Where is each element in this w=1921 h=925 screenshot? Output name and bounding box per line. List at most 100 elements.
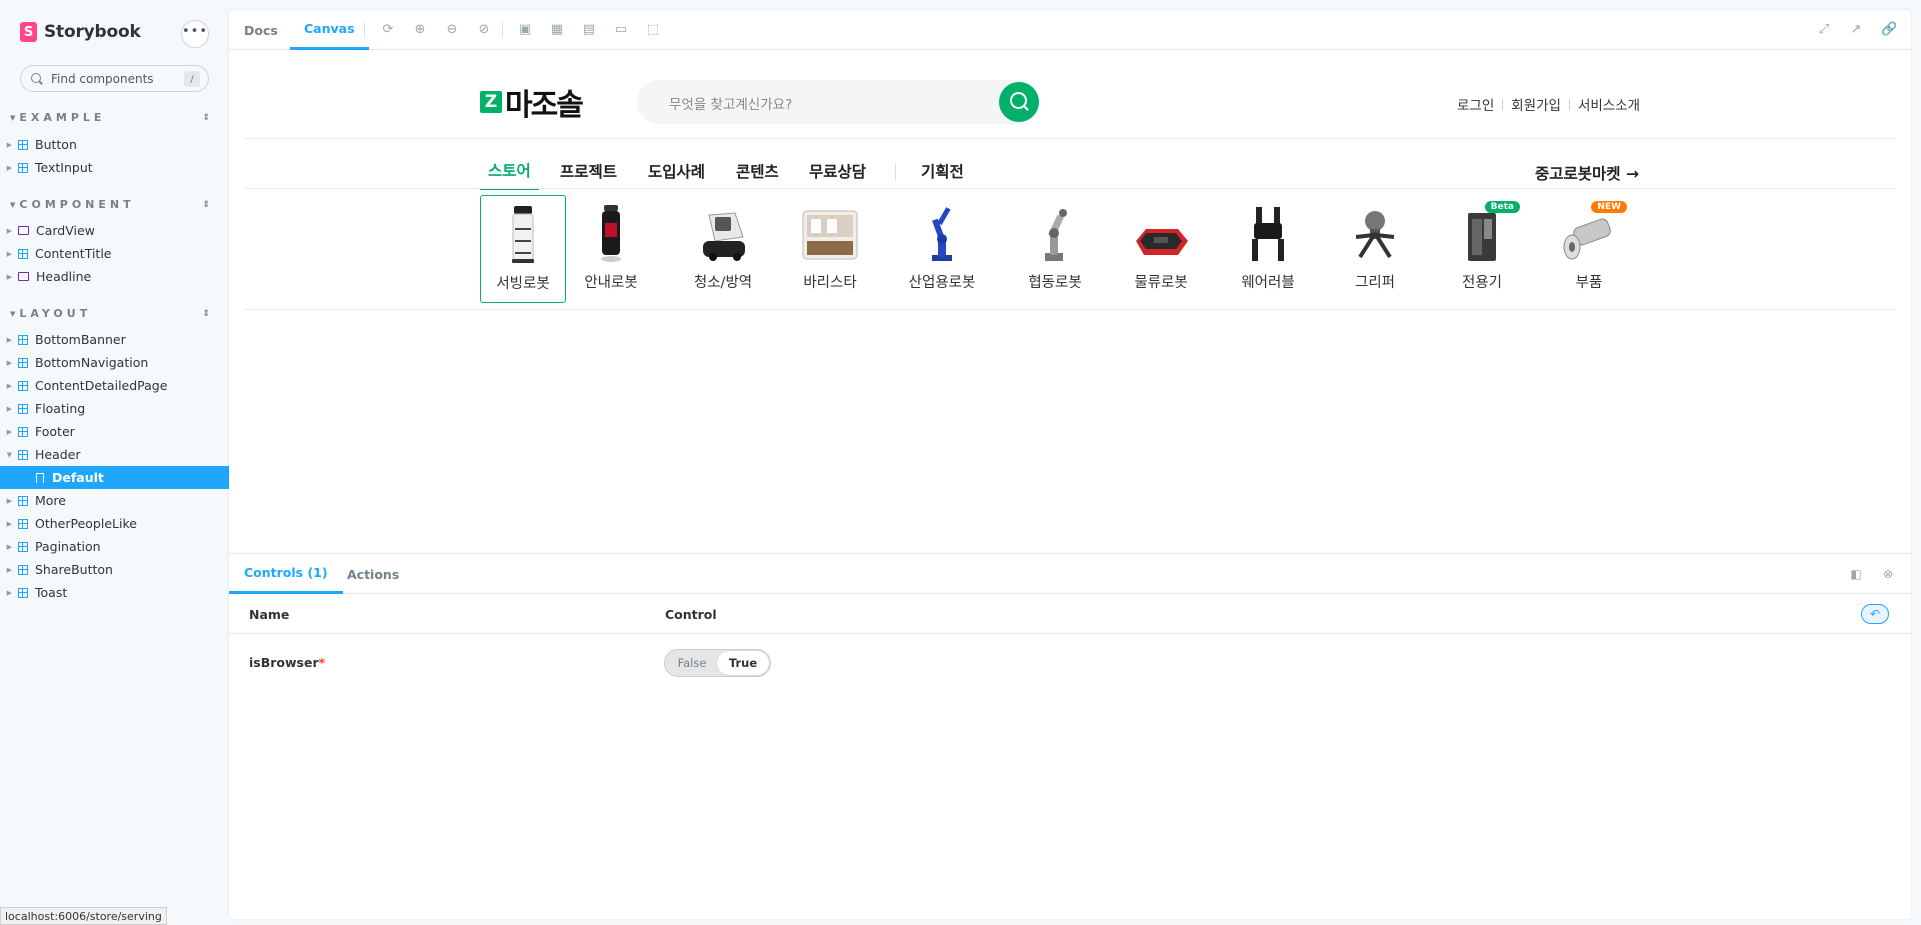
zoom-out-icon[interactable]: ⊖ — [445, 23, 459, 37]
sidebar-item-footer[interactable]: ▶ Footer — [0, 420, 229, 443]
sidebar-item-label: BottomBanner — [35, 332, 126, 347]
category-serving-robot[interactable]: 서빙로봇 — [480, 195, 566, 303]
nav-free-consult[interactable]: 무료상담 — [809, 152, 866, 190]
component-icon — [18, 495, 28, 506]
expand-collapse-icon[interactable]: ⇕ — [202, 309, 210, 319]
expand-collapse-icon[interactable]: ⇕ — [202, 113, 210, 123]
copy-link-icon[interactable]: 🔗 — [1881, 23, 1897, 37]
category-cleaning[interactable]: 청소/방역 — [675, 195, 771, 303]
sidebar-item-toast[interactable]: ▶ Toast — [0, 581, 229, 604]
toggle-true-option[interactable]: True — [717, 651, 769, 675]
category-label: 산업용로봇 — [908, 275, 976, 291]
folder-icon — [18, 272, 29, 281]
category-label: 전용기 — [1461, 275, 1503, 291]
component-icon — [18, 449, 28, 460]
sidebar-item-bottomnavigation[interactable]: ▶ BottomNavigation — [0, 351, 229, 374]
sidebar-item-button[interactable]: ▶ Button — [0, 133, 229, 156]
site-search-input[interactable]: 무엇을 찾고계신가요? — [669, 93, 792, 113]
nav-exhibition[interactable]: 기획전 — [921, 152, 964, 190]
zoom-reset-icon[interactable]: ⊘ — [477, 23, 491, 37]
category-gripper[interactable]: 그리퍼 — [1332, 195, 1418, 303]
reload-icon[interactable]: ⟳ — [381, 23, 395, 37]
category-label: 물류로봇 — [1134, 275, 1188, 291]
toggle-false-option[interactable]: False — [667, 651, 717, 675]
background-icon[interactable]: ▣ — [518, 23, 532, 37]
category-guide-robot[interactable]: 안내로봇 — [568, 195, 654, 303]
parts-icon: NEW — [1559, 201, 1627, 263]
outline-icon[interactable]: ⬚ — [646, 23, 660, 37]
sidebar-item-label: TextInput — [35, 160, 93, 175]
search-input[interactable]: Find components — [51, 72, 154, 86]
category-bottom-divider — [245, 309, 1895, 310]
login-link[interactable]: 로그인 — [1457, 94, 1494, 114]
zoom-in-icon[interactable]: ⊕ — [413, 23, 427, 37]
category-parts[interactable]: NEW 부품 — [1546, 195, 1632, 303]
tab-controls[interactable]: Controls (1) — [229, 554, 343, 594]
tab-canvas[interactable]: Canvas — [290, 10, 369, 50]
nav-case-study[interactable]: 도입사례 — [648, 152, 705, 190]
sidebar-item-headline[interactable]: ▶ Headline — [0, 265, 229, 288]
nav-content[interactable]: 콘텐츠 — [736, 152, 779, 190]
sidebar: S Storybook ••• Find components / ▼ EXAM… — [0, 0, 229, 925]
category-special-purpose[interactable]: Beta 전용기 — [1439, 195, 1525, 303]
category-wearable[interactable]: 웨어러블 — [1225, 195, 1311, 303]
category-barista[interactable]: 바리스타 — [787, 195, 873, 303]
controls-table-header: Name Control ↶ — [229, 594, 1911, 634]
storybook-brand[interactable]: S Storybook — [20, 22, 141, 42]
site-search-bar[interactable]: 무엇을 찾고계신가요? — [637, 80, 1039, 124]
expand-collapse-icon[interactable]: ⇕ — [202, 200, 210, 210]
section-title: LAYOUT — [19, 307, 92, 320]
sidebar-item-header[interactable]: ▼ Header — [0, 443, 229, 466]
auth-links: 로그인 회원가입 서비스소개 — [1457, 94, 1640, 114]
panel-orientation-icon[interactable]: ◧ — [1849, 567, 1863, 581]
component-icon — [18, 248, 28, 259]
section-example[interactable]: ▼ EXAMPLE ⇕ — [10, 111, 210, 124]
grid-icon[interactable]: ▦ — [550, 23, 564, 37]
measure-icon[interactable]: ▭ — [614, 23, 628, 37]
sidebar-item-default-story[interactable]: Default — [0, 466, 229, 489]
sidebar-item-label: Button — [35, 137, 77, 152]
search-icon[interactable] — [999, 82, 1039, 122]
category-cobot[interactable]: 협동로봇 — [1007, 195, 1103, 303]
required-mark: * — [318, 655, 326, 670]
sidebar-item-bottombanner[interactable]: ▶ BottomBanner — [0, 328, 229, 351]
section-layout[interactable]: ▼ LAYOUT ⇕ — [10, 307, 210, 320]
section-component[interactable]: ▼ COMPONENT ⇕ — [10, 198, 210, 211]
chevron-right-icon: ▶ — [6, 163, 12, 172]
site-logo[interactable]: Z 마조솔 — [480, 80, 584, 124]
close-panel-icon[interactable]: ⊗ — [1881, 567, 1895, 581]
reset-controls-icon[interactable]: ↶ — [1861, 604, 1889, 624]
sidebar-item-contentdetailedpage[interactable]: ▶ ContentDetailedPage — [0, 374, 229, 397]
more-menu-button[interactable]: ••• — [181, 20, 209, 48]
signup-link[interactable]: 회원가입 — [1511, 94, 1561, 114]
chevron-down-icon: ▼ — [6, 450, 12, 459]
sidebar-item-label: Default — [52, 470, 104, 485]
isbrowser-boolean-toggle[interactable]: False True — [664, 649, 771, 677]
gripper-icon — [1345, 201, 1405, 263]
sidebar-item-floating[interactable]: ▶ Floating — [0, 397, 229, 420]
nav-store[interactable]: 스토어 — [480, 152, 539, 190]
sidebar-item-more[interactable]: ▶ More — [0, 489, 229, 512]
category-label: 협동로봇 — [1028, 275, 1082, 291]
sidebar-item-cardview[interactable]: ▶ CardView — [0, 219, 229, 242]
category-logistics-robot[interactable]: 물류로봇 — [1118, 195, 1204, 303]
sidebar-item-pagination[interactable]: ▶ Pagination — [0, 535, 229, 558]
nav-project[interactable]: 프로젝트 — [560, 152, 617, 190]
nav-bottom-divider — [245, 188, 1895, 189]
search-shortcut-key: / — [184, 71, 200, 87]
open-new-tab-icon[interactable]: ↗ — [1849, 23, 1863, 37]
used-robot-market-link[interactable]: 중고로봇마켓 → — [1535, 162, 1639, 184]
tab-actions[interactable]: Actions — [347, 554, 399, 594]
category-industrial-robot[interactable]: 산업용로봇 — [892, 195, 992, 303]
special-purpose-machine-icon: Beta — [1452, 201, 1520, 263]
sidebar-item-contenttitle[interactable]: ▶ ContentTitle — [0, 242, 229, 265]
fullscreen-icon[interactable]: ⤢ — [1817, 23, 1831, 37]
link-divider — [1568, 98, 1570, 110]
tab-docs[interactable]: Docs — [244, 10, 278, 50]
viewport-icon[interactable]: ▤ — [582, 23, 596, 37]
sidebar-item-sharebutton[interactable]: ▶ ShareButton — [0, 558, 229, 581]
sidebar-item-textinput[interactable]: ▶ TextInput — [0, 156, 229, 179]
sidebar-item-otherpeoplelike[interactable]: ▶ OtherPeopleLike — [0, 512, 229, 535]
component-search[interactable]: Find components / — [20, 65, 209, 92]
service-intro-link[interactable]: 서비스소개 — [1578, 94, 1640, 114]
